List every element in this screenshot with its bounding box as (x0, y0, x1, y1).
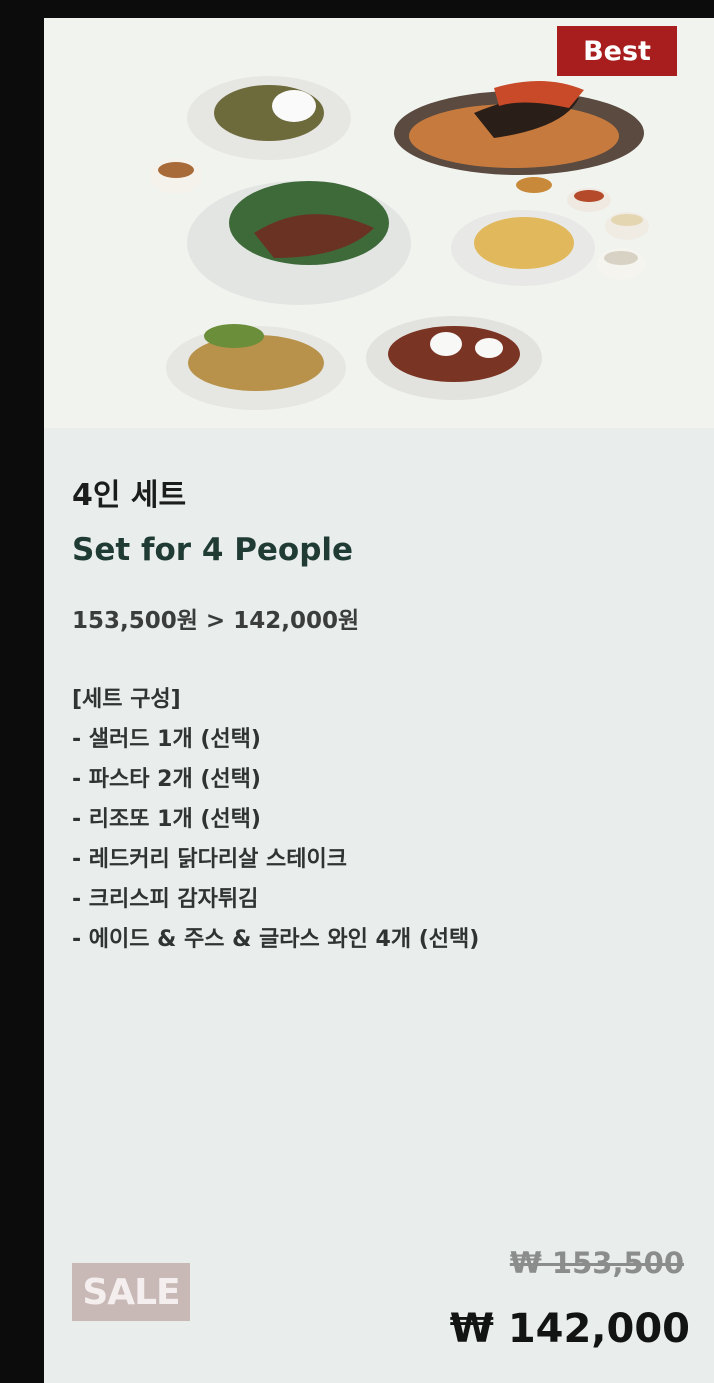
composition-item: - 에이드 & 주스 & 글라스 와인 4개 (선택) (72, 927, 480, 952)
price-summary: 153,500원 > 142,000원 (72, 608, 360, 634)
product-title-korean: 4인 세트 (72, 478, 187, 513)
sale-badge: SALE (72, 1263, 190, 1321)
food-photo: Best (44, 18, 714, 428)
composition-item: - 크리스피 감자튀김 (72, 887, 259, 912)
composition-item: - 레드커리 닭다리살 스테이크 (72, 847, 347, 872)
sale-price: ₩ 142,000 (449, 1306, 690, 1352)
composition-header: [세트 구성] (72, 687, 181, 712)
original-price: ₩ 153,500 (509, 1246, 684, 1280)
composition-item: - 파스타 2개 (선택) (72, 767, 261, 792)
best-badge: Best (557, 26, 677, 76)
menu-item-card[interactable]: Best 4인 세트 Set for 4 People 153,500원 > 1… (44, 18, 714, 1383)
composition-item: - 샐러드 1개 (선택) (72, 727, 261, 752)
product-title-english: Set for 4 People (72, 532, 354, 568)
composition-item: - 리조또 1개 (선택) (72, 807, 261, 832)
set-composition: [세트 구성] - 샐러드 1개 (선택) - 파스타 2개 (선택) - 리조… (72, 680, 479, 960)
